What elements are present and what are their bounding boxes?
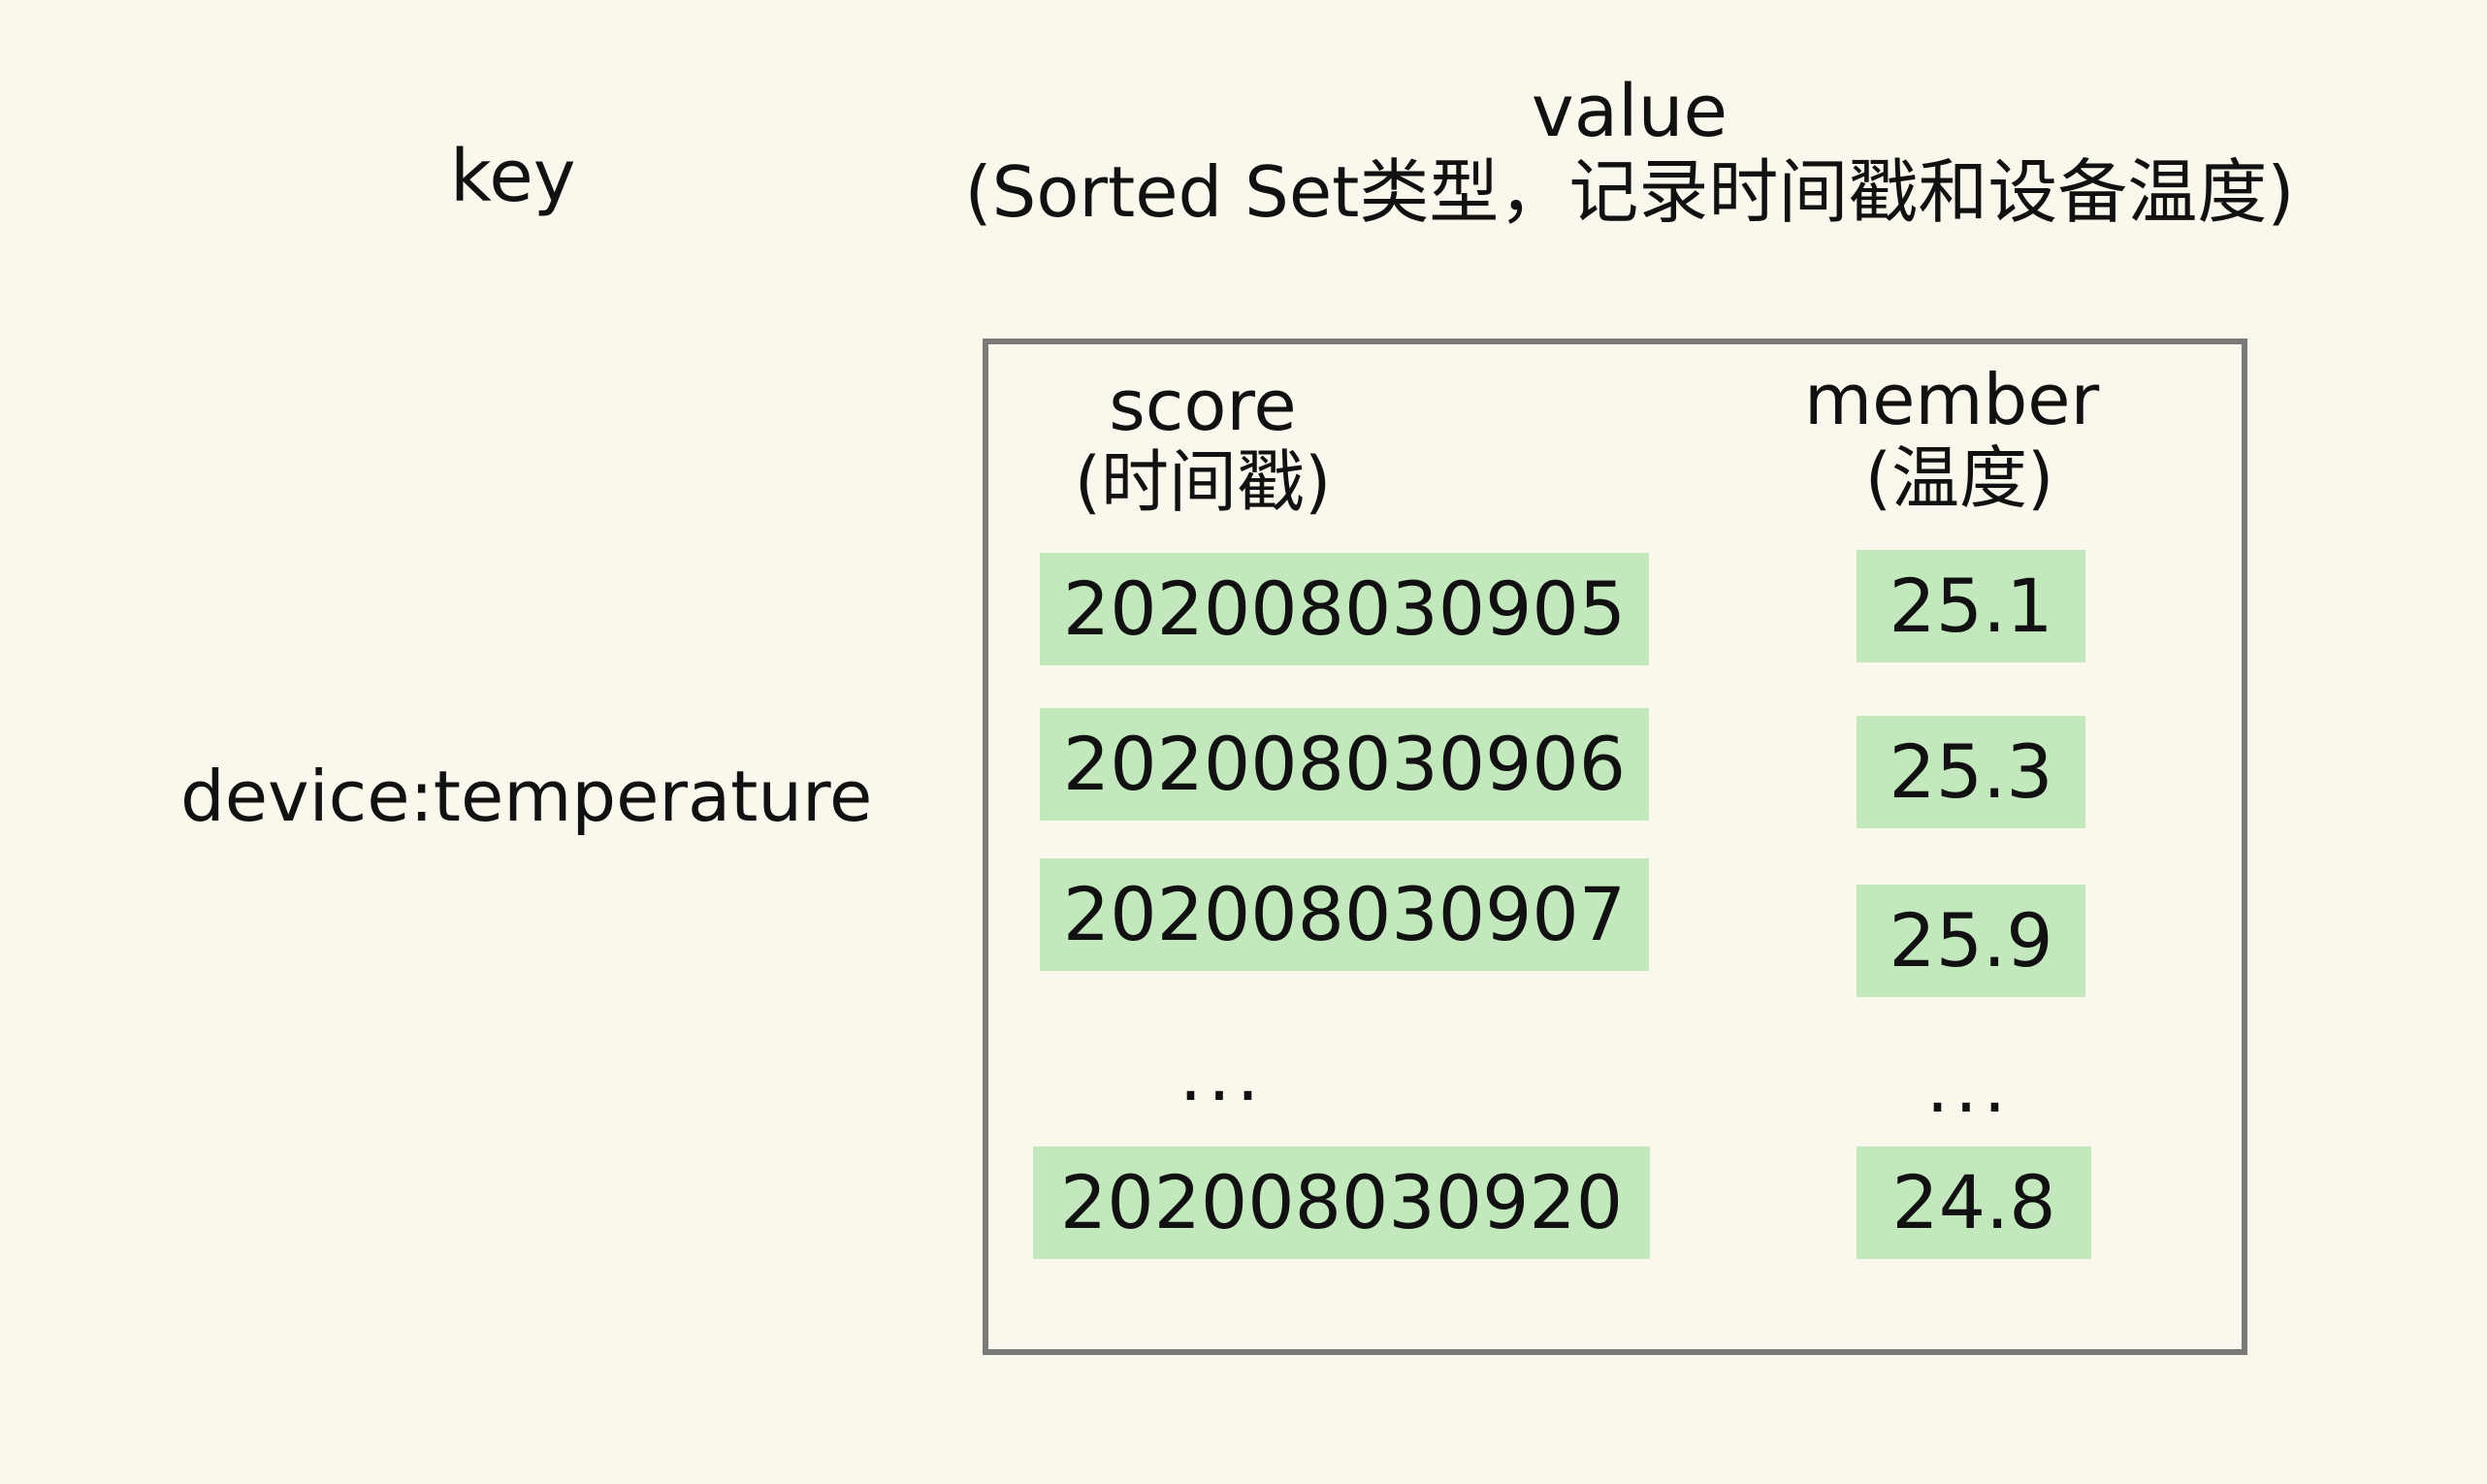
member-ellipsis: ... [1925,1046,2013,1129]
member-cell: 24.8 [1857,1146,2091,1259]
score-cell: 202008030905 [1040,553,1649,665]
value-column-header: value [1531,70,1728,153]
member-cell: 25.9 [1857,885,2085,997]
score-ellipsis: ... [1179,1034,1266,1117]
score-cell: 202008030920 [1033,1146,1650,1259]
value-subtitle: (Sorted Set类型，记录时间戳和设备温度) [964,151,2295,233]
score-header: score [1109,365,1297,446]
key-name: device:temperature [180,756,873,837]
member-cell: 25.3 [1857,716,2085,828]
member-header: member [1804,359,2100,440]
score-cell: 202008030906 [1040,708,1649,821]
score-subheader: (时间戳) [1074,442,1332,522]
key-column-header: key [450,135,576,218]
member-cell: 25.1 [1857,550,2085,662]
member-subheader: (温度) [1864,438,2054,518]
score-cell: 202008030907 [1040,858,1649,971]
